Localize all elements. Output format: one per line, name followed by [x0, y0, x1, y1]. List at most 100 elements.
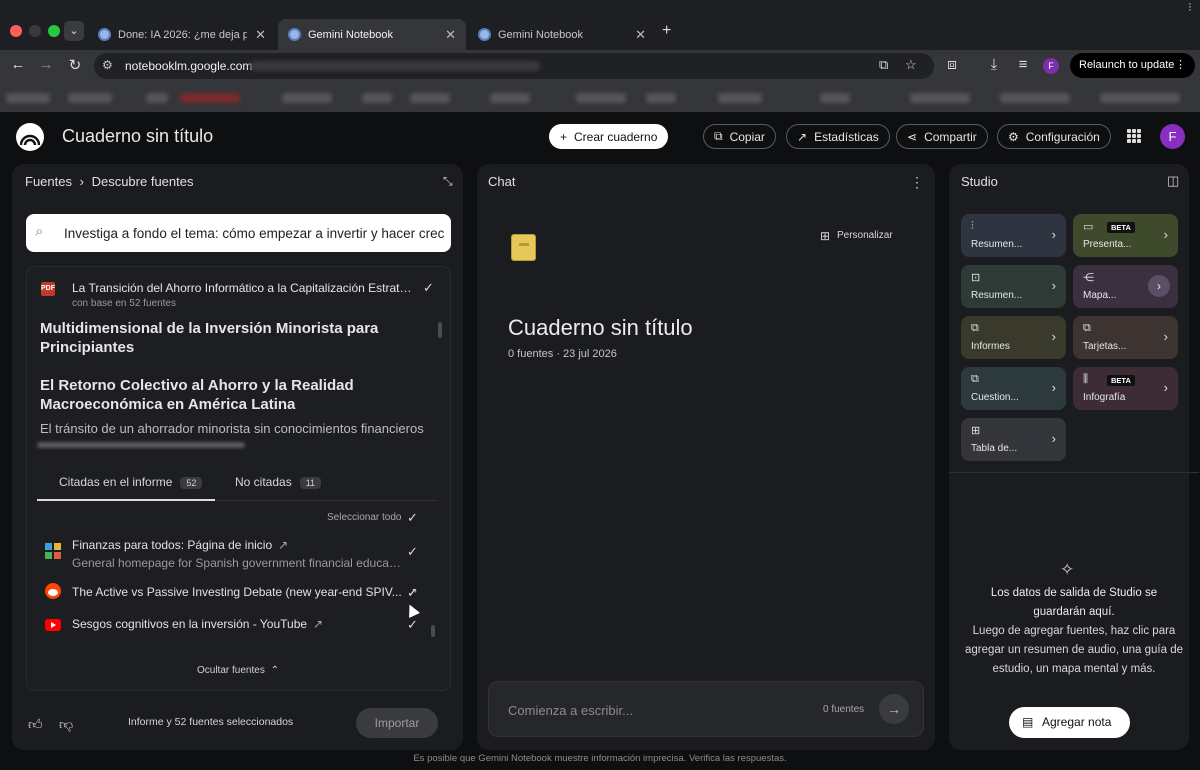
breadcrumb-root[interactable]: Fuentes — [25, 174, 72, 189]
close-window-button[interactable] — [10, 25, 22, 37]
extensions-icon[interactable]: ⧈ — [942, 56, 962, 73]
report-scrollbar[interactable] — [438, 322, 442, 338]
tab-menu-icon[interactable]: ⁝ — [1188, 0, 1192, 14]
bookmark-item[interactable] — [910, 93, 970, 103]
more-vert-icon[interactable]: ⋮ — [910, 174, 924, 191]
bookmark-item[interactable] — [576, 93, 626, 103]
bookmark-item[interactable] — [490, 93, 530, 103]
site-settings-icon[interactable]: ⚙ — [102, 58, 113, 72]
close-tab-icon[interactable]: ✕ — [255, 27, 266, 43]
report-heading-1: Multidimensional de la Inversión Minoris… — [40, 320, 379, 356]
share-button[interactable]: ⋖ Compartir — [896, 124, 988, 149]
bookmark-item[interactable] — [1000, 93, 1070, 103]
studio-tile-flashcards[interactable]: ⧉ Tarjetas... › — [1073, 316, 1178, 359]
bookmark-item[interactable] — [646, 93, 676, 103]
studio-tile-presentation[interactable]: ▭ BETA Presenta... › — [1073, 214, 1178, 257]
studio-tile-audio-summary[interactable]: ⫶ Resumen... › — [961, 214, 1066, 257]
create-notebook-label: Crear cuaderno — [574, 129, 658, 144]
minimize-window-button[interactable] — [29, 25, 41, 37]
thumbs-down-icon[interactable]: 👎︎ — [59, 716, 73, 733]
forward-arrow-icon[interactable]: → — [36, 56, 56, 73]
source-checkbox[interactable]: ✓ — [407, 544, 418, 560]
bookmark-item[interactable] — [282, 93, 332, 103]
browser-tab-2[interactable]: Gemini Notebook ✕ — [278, 19, 466, 50]
download-icon[interactable]: ⤓ — [984, 56, 1004, 73]
bookmark-item[interactable] — [146, 93, 168, 103]
tab-not-cited[interactable]: No citadas 11 — [235, 475, 322, 489]
bookmark-item[interactable] — [1100, 93, 1180, 103]
quiz-icon: ⧉ — [971, 373, 979, 385]
bookmark-item[interactable] — [718, 93, 762, 103]
tab-cited[interactable]: Citadas en el informe 52 — [59, 475, 203, 489]
studio-tile-video-summary[interactable]: ⊡ Resumen... › — [961, 265, 1066, 308]
sources-scrollbar[interactable] — [431, 625, 435, 637]
studio-tile-mind-map[interactable]: ⋲ Mapa... › — [1073, 265, 1178, 308]
bookmark-item[interactable] — [820, 93, 850, 103]
report-checkbox[interactable]: ✓ — [423, 280, 434, 296]
install-app-icon[interactable]: ⧉ — [879, 57, 888, 73]
studio-tile-infographic[interactable]: ⫼ BETA Infografía › — [1073, 367, 1178, 410]
source-checkbox[interactable]: ✓ — [407, 617, 418, 633]
tab-search-button[interactable]: ⌄ — [64, 21, 84, 41]
bookmark-item[interactable] — [68, 93, 112, 103]
personalize-button[interactable]: ⊞ Personalizar — [813, 224, 893, 248]
back-arrow-icon[interactable]: ← — [8, 56, 28, 73]
studio-tile-quiz[interactable]: ⧉ Cuestion... › — [961, 367, 1066, 410]
bookmark-item[interactable] — [410, 93, 450, 103]
finanzas-logo-icon — [45, 543, 61, 559]
relaunch-button[interactable]: Relaunch to update ⋮ — [1070, 53, 1195, 78]
chevron-right-icon: › — [79, 174, 84, 189]
collapse-icon[interactable]: ⤡ — [443, 174, 453, 189]
report-title[interactable]: La Transición del Ahorro Informático a l… — [72, 281, 417, 295]
reload-icon[interactable]: ↻ — [65, 56, 85, 74]
bookmark-star-icon[interactable]: ☆ — [905, 57, 917, 73]
stats-label: Estadísticas — [814, 129, 879, 144]
send-button[interactable]: → — [879, 694, 909, 724]
address-bar[interactable]: ⚙ notebooklm.google.com ⧉ ☆ — [94, 53, 934, 79]
chevron-right-icon: › — [1051, 431, 1056, 446]
create-notebook-button[interactable]: + Crear cuaderno — [549, 124, 669, 149]
browser-tab-3[interactable]: Gemini Notebook ✕ — [468, 19, 656, 50]
sources-breadcrumb: Fuentes › Descubre fuentes — [25, 174, 193, 189]
chevron-up-icon: ⌃ — [270, 665, 279, 676]
tile-label: Resumen... — [971, 239, 1023, 250]
breadcrumb-current: Descubre fuentes — [91, 174, 194, 189]
studio-panel: Studio ◫ ⫶ Resumen... › ▭ BETA Presenta.… — [949, 164, 1199, 750]
mind-map-icon: ⋲ — [1083, 272, 1094, 284]
source-title: Finanzas para todos: Página de inicio — [72, 538, 273, 552]
source-checkbox[interactable]: ✓ — [407, 585, 418, 601]
copy-button[interactable]: ⧉ Copiar — [703, 124, 776, 149]
import-button[interactable]: Importar — [356, 708, 438, 738]
chat-input[interactable] — [508, 700, 788, 720]
bookmark-item[interactable] — [6, 93, 50, 103]
maximize-window-button[interactable] — [48, 25, 60, 37]
discover-search-input[interactable] — [64, 222, 444, 244]
browser-tab-1[interactable]: Done: IA 2026: ¿me deja por ✕ — [88, 19, 276, 50]
studio-empty-body-2: agregar un resumen de audio, una guía de — [964, 644, 1184, 656]
new-tab-button[interactable]: + — [662, 22, 671, 40]
notebook-title[interactable]: Cuaderno sin título — [62, 126, 213, 147]
bookmark-item[interactable] — [362, 93, 392, 103]
user-avatar[interactable]: F — [1160, 124, 1185, 149]
apps-grid-icon[interactable] — [1127, 129, 1141, 143]
select-all-checkbox[interactable]: ✓ — [407, 510, 418, 526]
studio-tile-data-table[interactable]: ⊞ Tabla de... › — [961, 418, 1066, 461]
close-tab-icon[interactable]: ✕ — [445, 27, 456, 43]
browser-profile-avatar[interactable]: F — [1043, 58, 1059, 74]
external-link-icon[interactable]: ↗ — [313, 617, 323, 631]
stats-button[interactable]: ↗ Estadísticas — [786, 124, 890, 149]
notebooklm-logo[interactable] — [16, 123, 44, 151]
studio-empty-body-1: Luego de agregar fuentes, haz clic para — [972, 625, 1176, 637]
studio-tile-reports[interactable]: ⧉ Informes › — [961, 316, 1066, 359]
add-note-button[interactable]: ▤ Agregar nota — [1009, 707, 1130, 738]
bookmark-item[interactable] — [180, 93, 240, 103]
panel-toggle-icon[interactable]: ◫ — [1167, 173, 1179, 189]
thumbs-up-icon[interactable]: 👍︎ — [28, 716, 43, 733]
close-tab-icon[interactable]: ✕ — [635, 27, 646, 43]
media-control-icon[interactable]: ≡ — [1013, 56, 1033, 73]
tile-label: Infografía — [1083, 392, 1126, 403]
url-text: notebooklm.google.com — [125, 59, 253, 73]
hide-sources-button[interactable]: Ocultar fuentes ⌃ — [197, 665, 279, 676]
settings-button[interactable]: ⚙ Configuración — [997, 124, 1111, 149]
external-link-icon[interactable]: ↗ — [278, 538, 288, 552]
